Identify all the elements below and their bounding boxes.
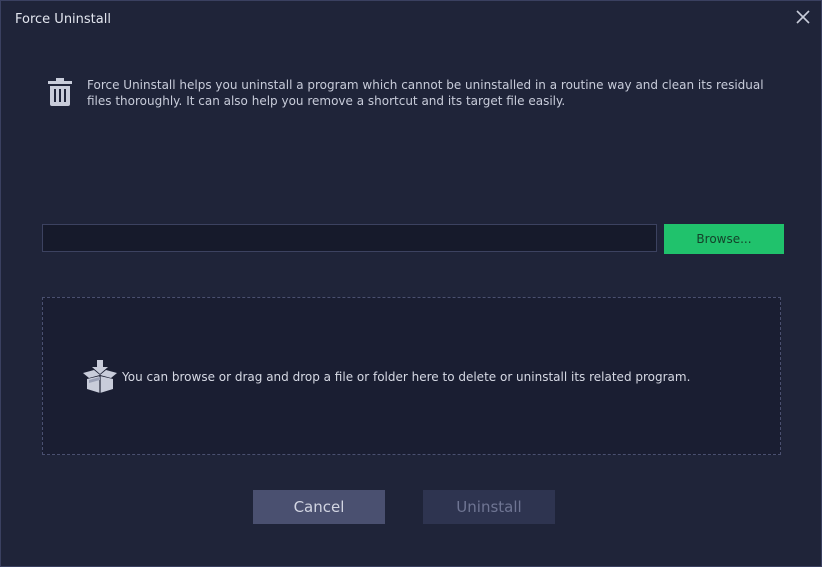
cancel-button[interactable]: Cancel bbox=[253, 490, 385, 524]
drop-zone-text: You can browse or drag and drop a file o… bbox=[122, 370, 691, 384]
dialog-title: Force Uninstall bbox=[15, 12, 111, 27]
browse-button[interactable]: Browse... bbox=[664, 224, 784, 254]
box-drop-icon bbox=[83, 360, 117, 393]
close-icon bbox=[796, 10, 810, 24]
drop-zone-content: You can browse or drag and drop a file o… bbox=[81, 360, 690, 394]
drop-zone[interactable]: You can browse or drag and drop a file o… bbox=[42, 297, 781, 455]
force-uninstall-dialog: Force Uninstall Force Uninstall helps yo… bbox=[0, 0, 822, 567]
info-description: Force Uninstall helps you uninstall a pr… bbox=[87, 78, 764, 108]
trash-icon bbox=[48, 78, 72, 106]
close-button[interactable] bbox=[795, 9, 811, 25]
file-path-input[interactable] bbox=[42, 224, 657, 252]
uninstall-button[interactable]: Uninstall bbox=[423, 490, 555, 524]
